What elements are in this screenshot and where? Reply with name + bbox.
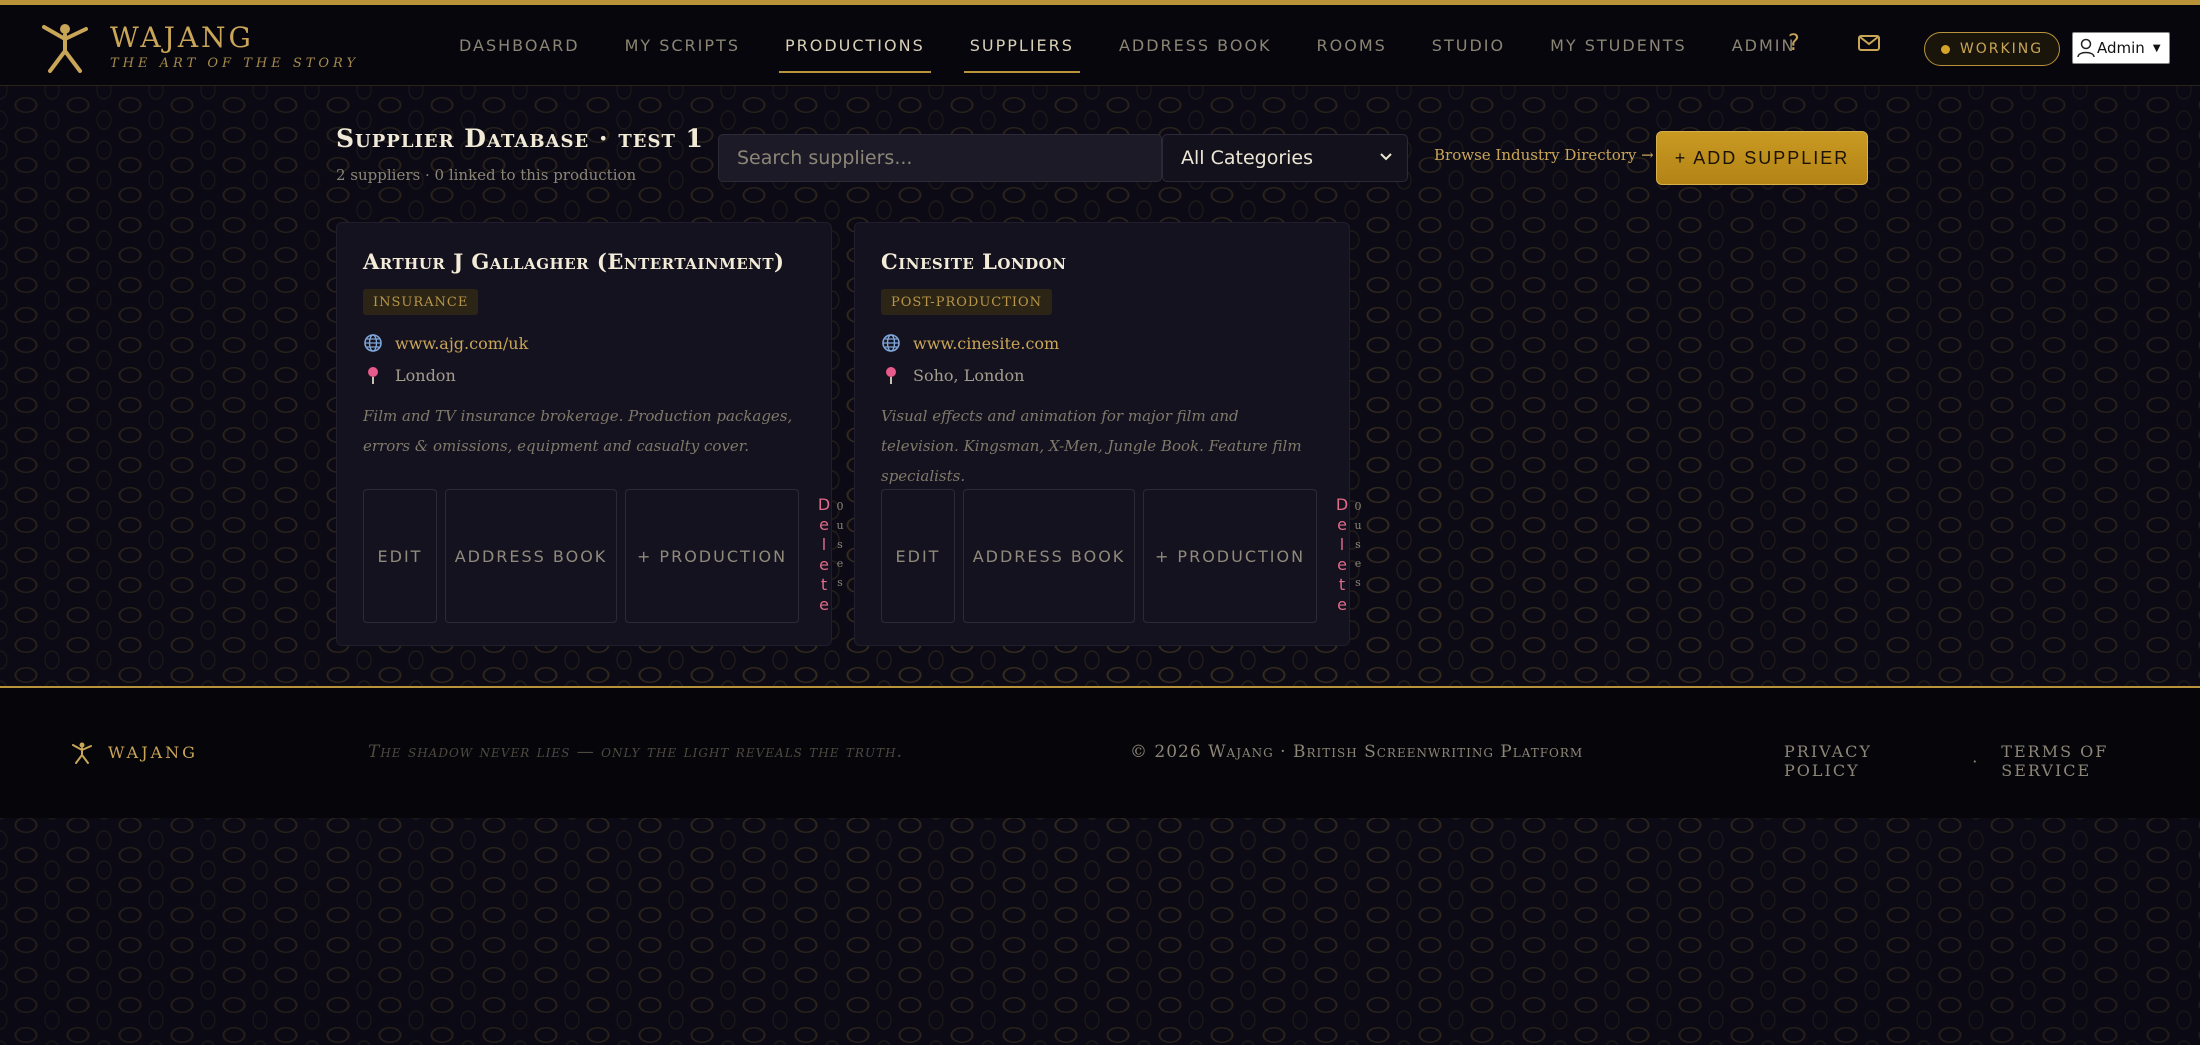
website-link[interactable]: www.ajg.com/uk	[395, 334, 528, 353]
user-menu[interactable]: Admin ▼	[2072, 32, 2170, 64]
page-title: Supplier Database · test 1	[336, 124, 704, 153]
map-pin-icon	[881, 365, 901, 385]
category-selected-value: All Categories	[1181, 147, 1314, 169]
supplier-website[interactable]: www.cinesite.com	[881, 333, 1059, 353]
footer-quote: The shadow never lies — only the light r…	[368, 742, 903, 762]
footer-brand-name: WAJANG	[108, 742, 198, 762]
globe-icon	[881, 333, 901, 353]
edit-button[interactable]: EDIT	[363, 489, 437, 623]
delete-button[interactable]: Delete	[1335, 495, 1349, 615]
footer-links: PRIVACY POLICY · TERMS OF SERVICE	[1784, 742, 2200, 780]
brand-name: WAJANG	[110, 21, 254, 54]
supplier-name: Arthur J Gallagher (Entertainment)	[363, 249, 785, 274]
user-name: Admin	[2097, 39, 2145, 57]
status-badge[interactable]: WORKING	[1924, 32, 2060, 66]
top-navigation-bar: WAJANG THE ART OF THE STORY DASHBOARD MY…	[0, 0, 2200, 86]
website-link[interactable]: www.cinesite.com	[913, 334, 1059, 353]
globe-icon	[363, 333, 383, 353]
category-badge: POST-PRODUCTION	[881, 289, 1053, 315]
status-dot-icon	[1940, 44, 1950, 54]
add-to-production-button[interactable]: + PRODUCTION	[625, 489, 799, 623]
supplier-website[interactable]: www.ajg.com/uk	[363, 333, 528, 353]
supplier-location: London	[363, 365, 456, 385]
status-label: WORKING	[1959, 41, 2044, 57]
caret-down-icon: ▼	[2152, 42, 2161, 54]
map-pin-icon	[363, 365, 383, 385]
uses-count: 0 uses	[1354, 500, 1362, 589]
user-icon	[2077, 38, 2095, 58]
footer-separator: ·	[1972, 751, 1980, 771]
category-select[interactable]: All Categories	[1162, 134, 1408, 182]
location-text: Soho, London	[913, 365, 1025, 385]
address-book-button[interactable]: ADDRESS BOOK	[963, 489, 1135, 623]
address-book-button[interactable]: ADDRESS BOOK	[445, 489, 617, 623]
delete-button[interactable]: Delete	[817, 495, 831, 615]
brand-tagline: THE ART OF THE STORY	[110, 56, 360, 71]
brand-logo[interactable]: WAJANG THE ART OF THE STORY	[36, 17, 359, 75]
shadow-puppet-logo-icon	[42, 24, 88, 73]
nav-item-rooms[interactable]: ROOMS	[1313, 22, 1391, 69]
add-to-production-button[interactable]: + PRODUCTION	[1143, 489, 1317, 623]
footer-brand[interactable]: WAJANG	[70, 740, 198, 764]
supplier-location: Soho, London	[881, 365, 1024, 385]
supplier-name: Cinesite London	[881, 249, 1067, 274]
nav-item-my-scripts[interactable]: MY SCRIPTS	[621, 22, 744, 69]
nav-item-address-book[interactable]: ADDRESS BOOK	[1115, 22, 1276, 69]
shadow-puppet-logo-icon	[72, 742, 92, 764]
page-subtitle: 2 suppliers · 0 linked to this productio…	[336, 166, 637, 184]
main-nav: DASHBOARD MY SCRIPTS PRODUCTIONS SUPPLIE…	[455, 5, 1836, 85]
nav-item-my-students[interactable]: MY STUDENTS	[1546, 22, 1691, 69]
nav-item-suppliers[interactable]: SUPPLIERS	[963, 22, 1081, 73]
footer-copyright: © 2026 Wajang · British Screenwriting Pl…	[1130, 742, 1584, 762]
supplier-card: Cinesite London POST-PRODUCTION www.cine…	[854, 222, 1362, 646]
search-input[interactable]	[718, 134, 1162, 182]
location-text: London	[395, 365, 456, 385]
mail-icon[interactable]	[1858, 35, 1880, 51]
browse-directory-link[interactable]: Browse Industry Directory →	[1434, 146, 1654, 164]
edit-button[interactable]: EDIT	[881, 489, 955, 623]
category-badge: INSURANCE	[363, 289, 479, 315]
nav-item-studio[interactable]: STUDIO	[1428, 22, 1509, 69]
privacy-policy-link[interactable]: PRIVACY POLICY	[1784, 742, 1950, 780]
supplier-card: Arthur J Gallagher (Entertainment) INSUR…	[336, 222, 844, 646]
help-icon[interactable]: ?	[1788, 31, 1800, 56]
chevron-down-icon	[1380, 153, 1392, 161]
uses-count: 0 uses	[836, 500, 844, 589]
footer: WAJANG The shadow never lies — only the …	[0, 686, 2200, 818]
nav-item-productions[interactable]: PRODUCTIONS	[778, 22, 931, 73]
nav-item-dashboard[interactable]: DASHBOARD	[455, 22, 584, 69]
add-supplier-button[interactable]: + ADD SUPPLIER	[1656, 131, 1868, 185]
supplier-description: Film and TV insurance brokerage. Product…	[363, 407, 793, 455]
supplier-description: Visual effects and animation for major f…	[881, 407, 1302, 485]
terms-of-service-link[interactable]: TERMS OF SERVICE	[2001, 742, 2200, 780]
